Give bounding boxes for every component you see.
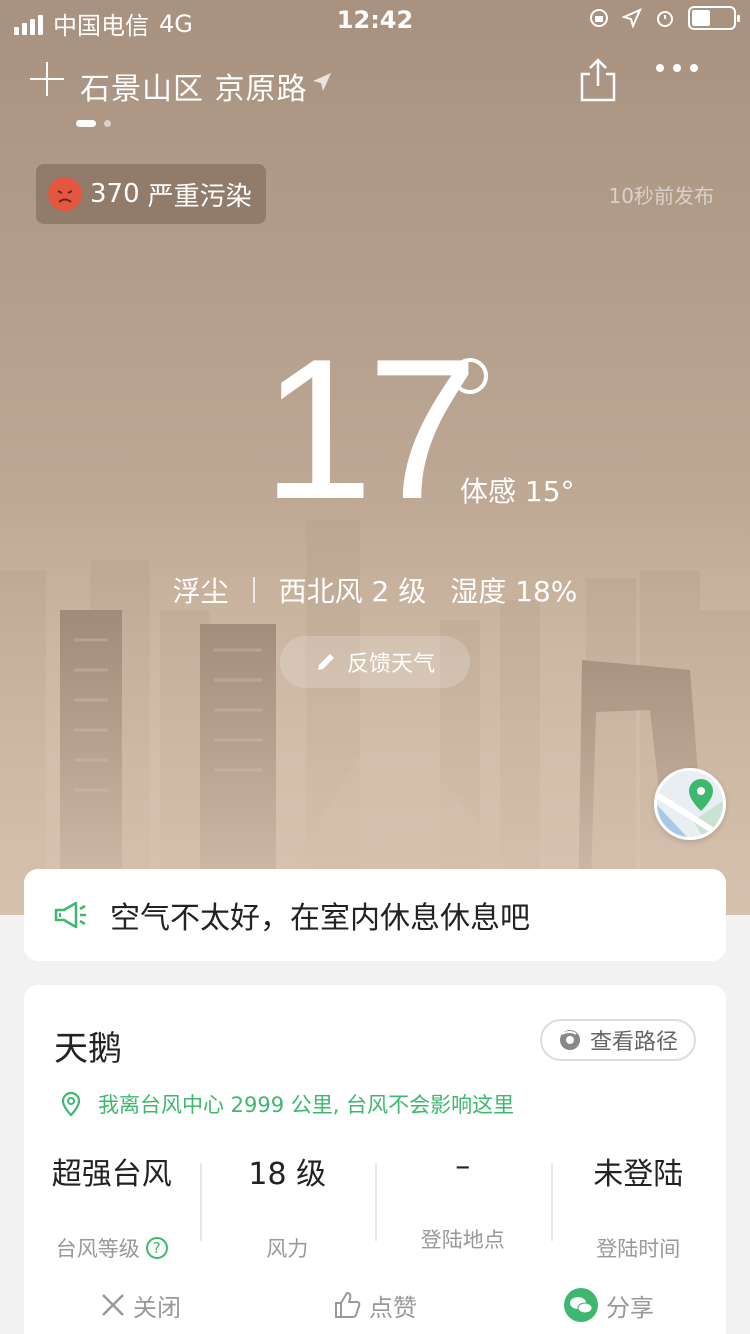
help-icon[interactable]: ? xyxy=(145,1237,168,1259)
feedback-button[interactable]: 反馈天气 xyxy=(280,636,470,688)
stat-value: 超强台风 xyxy=(51,1157,172,1192)
typhoon-icon xyxy=(559,1030,580,1050)
aqi-value: 370 xyxy=(90,179,140,209)
stat-landfall-place: – 登陆地点 xyxy=(375,1145,551,1255)
top-bar: 石景山区 京原路 xyxy=(0,56,750,112)
thumbs-up-icon xyxy=(335,1291,361,1318)
stat-label: 登陆时间 xyxy=(596,1237,681,1261)
like-button[interactable]: 点赞 xyxy=(258,1280,492,1330)
more-button[interactable] xyxy=(656,64,698,72)
map-button[interactable] xyxy=(654,768,726,840)
close-icon xyxy=(102,1294,124,1316)
stat-label: 台风等级 ? xyxy=(24,1233,200,1263)
feels-like: 体感 15° xyxy=(460,475,575,508)
air-tip-card[interactable]: 空气不太好，在室内休息休息吧 xyxy=(24,869,726,961)
air-tip-text: 空气不太好，在室内休息休息吧 xyxy=(110,901,530,936)
wind-text: 西北风 2 级 xyxy=(278,575,427,608)
add-city-button[interactable] xyxy=(30,62,64,96)
stat-value: 未登陆 xyxy=(593,1157,684,1192)
typhoon-actions: 关闭 点赞 分享 xyxy=(24,1280,726,1330)
humidity-text: 湿度 18% xyxy=(450,575,578,608)
feedback-label: 反馈天气 xyxy=(346,652,435,677)
condition-text: 浮尘 xyxy=(172,575,229,608)
stat-label-text: 台风等级 xyxy=(55,1237,140,1261)
page-dot-active xyxy=(76,120,96,127)
page-indicator xyxy=(76,120,111,127)
stat-grade: 超强台风 台风等级 ? xyxy=(24,1145,200,1261)
typhoon-distance-text: 我离台风中心 2999 公里, 台风不会影响这里 xyxy=(98,1093,515,1117)
weather-details: 浮尘 西北风 2 级 湿度 18% xyxy=(0,570,750,610)
aqi-badge[interactable]: 370 严重污染 xyxy=(36,164,266,224)
status-bar: 中国电信 4G 12:42 xyxy=(0,0,750,40)
battery-icon xyxy=(688,6,740,30)
close-label: 关闭 xyxy=(133,1293,181,1322)
stat-value: 18 级 xyxy=(248,1157,327,1192)
stat-landfall-time: 未登陆 登陆时间 xyxy=(550,1145,727,1261)
city-skyline-illustration xyxy=(0,500,750,915)
stat-value: – xyxy=(455,1149,471,1184)
typhoon-distance: 我离台风中心 2999 公里, 台风不会影响这里 xyxy=(60,1089,514,1119)
typhoon-card: 天鹅 查看路径 我离台风中心 2999 公里, 台风不会影响这里 超强台风 台风… xyxy=(24,985,726,1334)
location-pin-icon xyxy=(61,1091,81,1117)
divider xyxy=(252,577,255,603)
share-wechat-button[interactable]: 分享 xyxy=(492,1280,726,1330)
wechat-icon xyxy=(564,1288,598,1322)
alarm-icon xyxy=(657,11,673,27)
location-arrow-icon xyxy=(313,73,331,91)
stat-wind-force: 18 级 风力 xyxy=(199,1145,376,1261)
location-services-icon xyxy=(622,8,642,28)
close-button[interactable]: 关闭 xyxy=(24,1280,258,1330)
like-label: 点赞 xyxy=(369,1293,417,1322)
stat-label: 登陆地点 xyxy=(420,1228,505,1252)
degree-symbol xyxy=(452,358,488,394)
angry-face-icon xyxy=(48,177,82,211)
typhoon-name: 天鹅 xyxy=(54,1029,122,1069)
share-button[interactable] xyxy=(578,56,618,102)
view-route-label: 查看路径 xyxy=(589,1030,678,1055)
share-label: 分享 xyxy=(606,1293,654,1322)
aqi-level: 严重污染 xyxy=(147,181,252,212)
megaphone-icon xyxy=(54,901,86,929)
map-pin-icon xyxy=(657,771,723,837)
weather-hero: 中国电信 4G 12:42 石景山区 京原路 370 严重污染 10秒前发布 1… xyxy=(0,0,750,915)
pencil-icon xyxy=(317,654,334,670)
stat-label: 风力 xyxy=(266,1237,309,1261)
rotation-lock-icon xyxy=(590,9,608,27)
typhoon-stats: 超强台风 台风等级 ? 18 级 风力 – 登陆地点 未登陆 登陆时间 xyxy=(24,1145,727,1261)
view-route-button[interactable]: 查看路径 xyxy=(540,1019,696,1061)
page-dot xyxy=(104,120,111,127)
published-time: 10秒前发布 xyxy=(608,184,714,208)
temperature: 17 xyxy=(262,318,478,541)
location-title[interactable]: 石景山区 京原路 xyxy=(80,64,308,108)
